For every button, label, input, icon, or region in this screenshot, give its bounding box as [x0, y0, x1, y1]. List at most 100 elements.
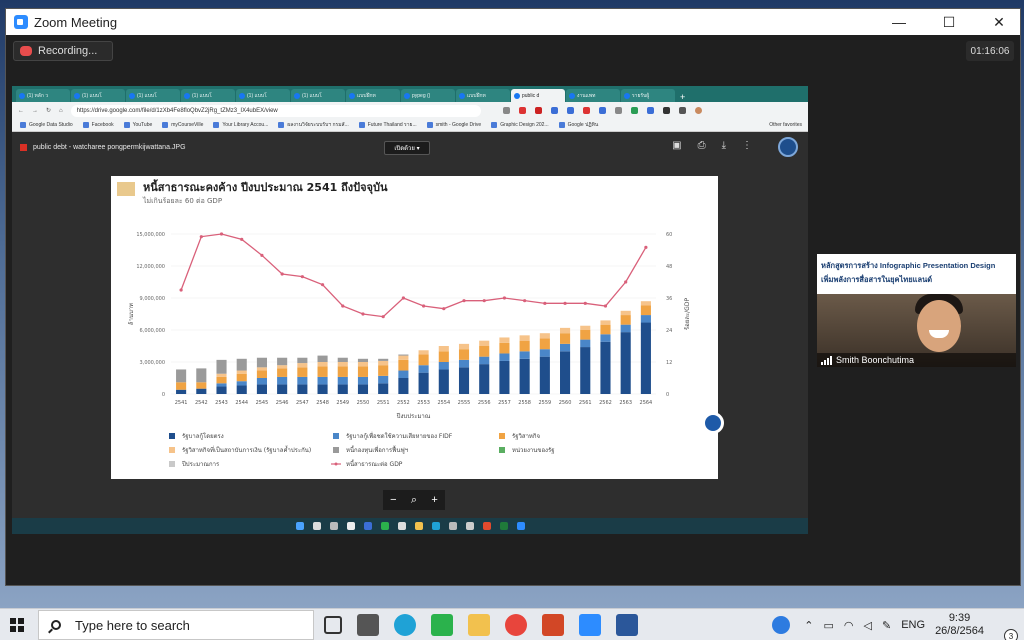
- new-tab-icon[interactable]: +: [680, 92, 685, 102]
- task-view-icon[interactable]: [329, 522, 338, 530]
- bookmark-item[interactable]: smith - Google Drive: [426, 122, 481, 128]
- chat-bubble-icon[interactable]: [702, 412, 724, 434]
- extension-icon[interactable]: [502, 107, 510, 114]
- line-icon[interactable]: [431, 614, 453, 636]
- comment-icon[interactable]: ▣: [672, 140, 681, 151]
- home-icon[interactable]: ⌂: [59, 108, 63, 114]
- clock[interactable]: 9:39 26/8/2564: [935, 612, 984, 638]
- browser-tab[interactable]: (1) แบบโ: [126, 89, 180, 102]
- browser-tab[interactable]: (1) แบบโ: [71, 89, 125, 102]
- extension-icon[interactable]: [614, 107, 622, 114]
- bookmark-item[interactable]: Facebook: [82, 122, 114, 128]
- url-field[interactable]: https://drive.google.com/file/d/1zXb4Fe8…: [70, 104, 481, 117]
- bookmark-item[interactable]: Google ปฏิทิน: [558, 121, 598, 129]
- edge-icon[interactable]: [431, 522, 440, 530]
- more-icon[interactable]: ⋮: [742, 140, 752, 151]
- legend-swatch: [169, 461, 175, 467]
- pen-icon[interactable]: ✎: [882, 619, 891, 632]
- edge-icon[interactable]: [394, 614, 416, 636]
- browser-tab[interactable]: แบบฝึกห: [456, 89, 510, 102]
- language-indicator[interactable]: ENG: [901, 619, 925, 631]
- app-icon[interactable]: [448, 522, 457, 530]
- extension-icon[interactable]: [662, 107, 670, 114]
- bookmark-item[interactable]: myCourseVille: [162, 122, 203, 128]
- wifi-icon[interactable]: ◠: [844, 619, 854, 632]
- bookmark-icon: [558, 122, 565, 128]
- download-icon[interactable]: ⤓: [722, 140, 726, 151]
- x-tick-label: 2543: [215, 400, 228, 406]
- bookmark-label: myCourseVille: [171, 122, 204, 128]
- store-icon[interactable]: [357, 614, 379, 636]
- participant-video[interactable]: หลักสูตรการสร้าง Infographic Presentatio…: [817, 254, 1016, 367]
- extension-icon[interactable]: [630, 107, 638, 114]
- search-icon[interactable]: [312, 522, 321, 530]
- extension-icon[interactable]: [534, 107, 542, 114]
- browser-tab[interactable]: (1) หลัก ว: [16, 89, 70, 102]
- profile-avatar[interactable]: [694, 107, 702, 114]
- extension-icon[interactable]: [598, 107, 606, 114]
- close-button[interactable]: ✕: [982, 9, 1016, 35]
- zoom-app-icon[interactable]: [516, 522, 525, 530]
- browser-tab[interactable]: (1) แบบโ: [181, 89, 235, 102]
- taskbar-search-box[interactable]: Type here to search: [38, 610, 314, 640]
- extension-icon[interactable]: [518, 107, 526, 114]
- volume-icon[interactable]: ◁: [864, 619, 872, 632]
- browser-tab[interactable]: public d: [511, 89, 565, 102]
- excel-icon[interactable]: [499, 522, 508, 530]
- other-favorites[interactable]: Other favorites: [769, 122, 802, 128]
- bookmark-item[interactable]: Graphic Design 202...: [491, 122, 549, 128]
- file-explorer-icon[interactable]: [468, 614, 490, 636]
- gdp-ratio-point: [219, 232, 224, 236]
- app-icon[interactable]: [397, 522, 406, 530]
- task-view-icon[interactable]: [324, 616, 342, 634]
- browser-tab[interactable]: รายรับผู้: [621, 89, 675, 102]
- print-icon[interactable]: ⎙: [698, 140, 706, 151]
- windows-start-button[interactable]: [10, 618, 24, 632]
- reload-icon[interactable]: ↻: [46, 107, 51, 114]
- bookmark-item[interactable]: YouTube: [123, 122, 152, 128]
- display-icon[interactable]: ▭: [824, 619, 834, 632]
- windows-start-icon[interactable]: [295, 522, 304, 530]
- browser-tab[interactable]: (1) แบบโ: [236, 89, 290, 102]
- back-icon[interactable]: ←: [18, 108, 24, 114]
- chrome-icon[interactable]: [505, 614, 527, 636]
- notification-center-icon[interactable]: 3: [994, 615, 1024, 640]
- app-icon[interactable]: [346, 522, 355, 530]
- zoom-app-icon[interactable]: [579, 614, 601, 636]
- zoom-out-button[interactable]: −: [390, 494, 396, 506]
- browser-tab[interactable]: (1) แบบโ: [291, 89, 345, 102]
- video-slide-backdrop: หลักสูตรการสร้าง Infographic Presentatio…: [817, 254, 1016, 294]
- chevron-up-icon[interactable]: ⌃: [804, 619, 813, 632]
- mail-icon[interactable]: [363, 522, 372, 530]
- account-avatar[interactable]: [778, 137, 798, 157]
- minimize-button[interactable]: —: [882, 9, 916, 35]
- bookmark-item[interactable]: Future Thailand ราย...: [358, 121, 417, 129]
- browser-tab[interactable]: pypeg (): [401, 89, 455, 102]
- open-with-button[interactable]: เปิดด้วย ▾: [384, 141, 430, 155]
- forward-icon[interactable]: →: [32, 108, 38, 114]
- word-icon[interactable]: [616, 614, 638, 636]
- zoom-in-button[interactable]: +: [431, 494, 437, 506]
- extension-icon[interactable]: [678, 107, 686, 114]
- app-icon[interactable]: [465, 522, 474, 530]
- powerpoint-icon[interactable]: [482, 522, 491, 530]
- folder-icon[interactable]: [414, 522, 423, 530]
- powerpoint-icon[interactable]: [542, 614, 564, 636]
- browser-tab[interactable]: แบบฝึกห: [346, 89, 400, 102]
- bookmark-item[interactable]: ผลงานวิจัยระบบรับฯ กรมสั...: [278, 121, 349, 129]
- browser-tab[interactable]: งานแพท: [566, 89, 620, 102]
- y-tick-label: 6,000,000: [140, 328, 165, 334]
- extension-icon[interactable]: [566, 107, 574, 114]
- bar-segment: [277, 368, 288, 377]
- extension-icon[interactable]: [646, 107, 654, 114]
- bar-segment: [236, 370, 247, 374]
- help-icon[interactable]: [772, 616, 791, 634]
- extension-icon[interactable]: [582, 107, 590, 114]
- bookmark-item[interactable]: Your Library Accou...: [213, 122, 268, 128]
- bookmark-item[interactable]: Google Data Studio: [20, 122, 73, 128]
- recording-indicator[interactable]: Recording...: [13, 41, 113, 61]
- line-icon[interactable]: [380, 522, 389, 530]
- extension-icon[interactable]: [550, 107, 558, 114]
- maximize-button[interactable]: ☐: [932, 9, 966, 35]
- bar-segment: [438, 351, 449, 362]
